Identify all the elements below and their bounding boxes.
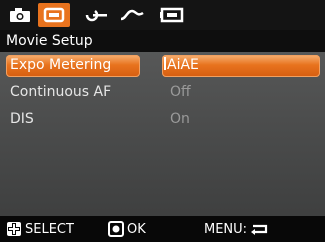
menu-item-label: Expo Metering xyxy=(10,57,112,73)
settings-menu: Expo Metering AiAE Continuous AF Off DIS… xyxy=(0,52,325,133)
menu-hint: MENU: xyxy=(204,216,270,242)
wave-icon xyxy=(120,9,144,21)
return-icon xyxy=(251,224,268,235)
menu-label: MENU: xyxy=(204,221,248,237)
wrench-icon xyxy=(85,10,107,22)
ok-label: OK xyxy=(127,221,146,237)
tab-movie[interactable] xyxy=(38,3,70,27)
cursor-bar xyxy=(164,57,166,70)
menu-item-value: AiAE xyxy=(164,52,199,79)
menu-row-expo-metering[interactable]: Expo Metering AiAE xyxy=(0,52,325,79)
metering-value: AiAE xyxy=(167,57,199,73)
tab-bar xyxy=(0,0,325,30)
dpad-icon xyxy=(7,222,21,236)
menu-row-dis[interactable]: DIS On xyxy=(0,106,325,133)
camera-icon xyxy=(10,8,30,22)
tab-setup[interactable] xyxy=(80,3,112,27)
tab-playback[interactable] xyxy=(156,3,188,27)
button-hint-bar: SELECT OK MENU: xyxy=(0,216,325,242)
playback-icon xyxy=(160,7,184,23)
menu-item-value: On xyxy=(170,111,190,127)
tab-effects[interactable] xyxy=(116,3,148,27)
select-label: SELECT xyxy=(25,221,74,237)
ok-hint: OK xyxy=(108,216,146,242)
menu-title: Movie Setup xyxy=(0,30,325,52)
movie-icon xyxy=(43,7,65,23)
select-hint: SELECT xyxy=(6,216,74,242)
menu-item-label: DIS xyxy=(10,111,34,127)
camera-menu-screen: Movie Setup Expo Metering AiAE Continuou… xyxy=(0,0,325,242)
menu-item-value: Off xyxy=(170,84,191,100)
tab-camera[interactable] xyxy=(4,3,36,27)
menu-item-label: Continuous AF xyxy=(10,84,112,100)
menu-row-continuous-af[interactable]: Continuous AF Off xyxy=(0,79,325,106)
ok-button-icon xyxy=(108,221,124,237)
